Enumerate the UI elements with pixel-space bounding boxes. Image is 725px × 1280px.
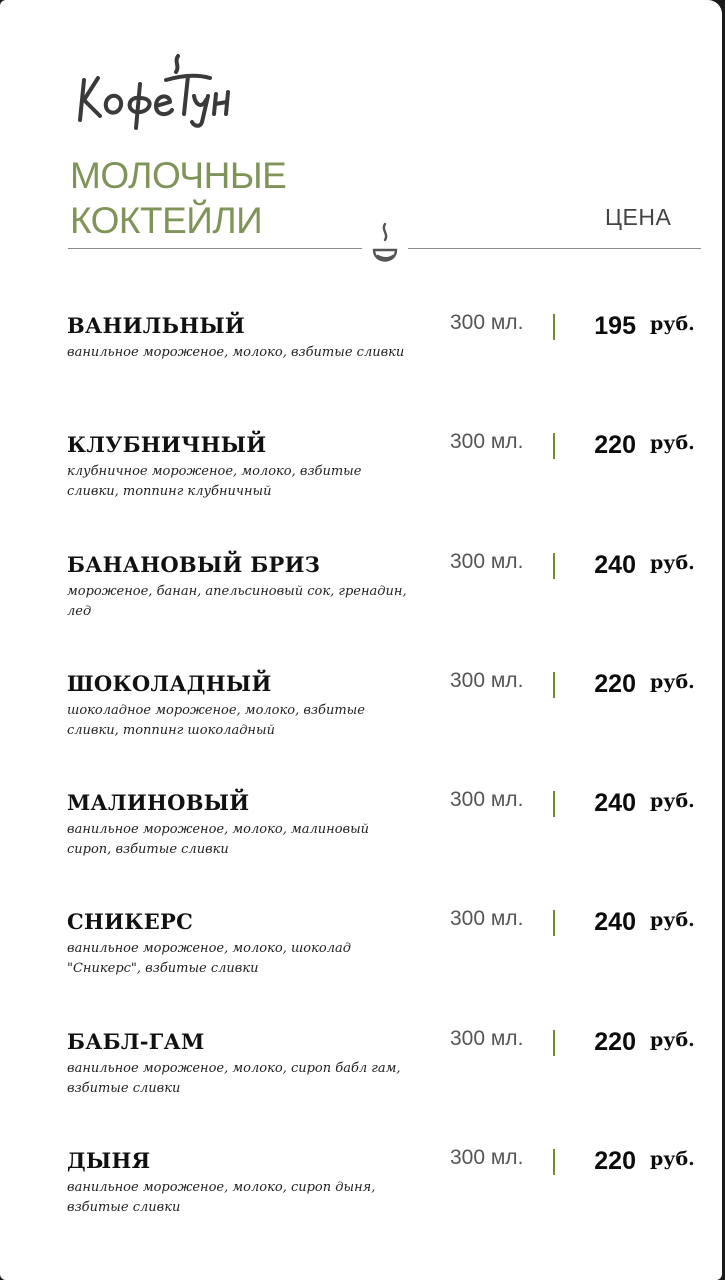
item-currency: руб. xyxy=(650,790,695,812)
item-separator xyxy=(553,433,555,459)
item-price: 240 xyxy=(594,789,636,817)
item-price: 220 xyxy=(594,1147,636,1175)
menu-page: МОЛОЧНЫЕ КОКТЕЙЛИ ЦЕНА ВАНИЛЬНЫЙ ванильн… xyxy=(0,0,722,1280)
item-volume: 300 мл. xyxy=(450,907,524,930)
item-description: ванильное мороженое, молоко, сироп дыня,… xyxy=(67,1180,376,1215)
item-currency: руб. xyxy=(650,432,695,454)
menu-item: КЛУБНИЧНЫЙ клубничное мороженое, молоко,… xyxy=(0,430,722,532)
item-name: БАБЛ-ГАМ xyxy=(67,1029,205,1054)
item-description: мороженое, банан, апельсиновый сок, грен… xyxy=(67,584,407,619)
item-description: клубничное мороженое, молоко, взбитые сл… xyxy=(67,464,362,499)
item-separator xyxy=(553,1030,555,1056)
item-price: 220 xyxy=(594,1028,636,1056)
item-name: МАЛИНОВЫЙ xyxy=(67,790,250,815)
item-volume: 300 мл. xyxy=(450,550,524,573)
item-description: ванильное мороженое, молоко, шоколад "Сн… xyxy=(67,941,351,976)
item-volume: 300 мл. xyxy=(450,788,524,811)
item-price: 240 xyxy=(594,908,636,936)
item-price: 240 xyxy=(594,551,636,579)
menu-items: ВАНИЛЬНЫЙ ванильное мороженое, молоко, в… xyxy=(0,0,722,1280)
item-currency: руб. xyxy=(650,552,695,574)
menu-item: МАЛИНОВЫЙ ванильное мороженое, молоко, м… xyxy=(0,788,722,890)
item-name: СНИКЕРС xyxy=(67,909,194,934)
item-name: КЛУБНИЧНЫЙ xyxy=(67,432,267,457)
item-name: ВАНИЛЬНЫЙ xyxy=(67,313,246,338)
item-separator xyxy=(553,1149,555,1175)
item-description: ванильное мороженое, молоко, сироп бабл … xyxy=(67,1061,401,1096)
item-description: ванильное мороженое, молоко, взбитые сли… xyxy=(67,345,405,360)
item-price: 220 xyxy=(594,670,636,698)
item-currency: руб. xyxy=(650,909,695,931)
menu-item: БАНАНОВЫЙ БРИЗ мороженое, банан, апельси… xyxy=(0,550,722,652)
item-currency: руб. xyxy=(650,671,695,693)
item-volume: 300 мл. xyxy=(450,311,524,334)
item-separator xyxy=(553,314,555,340)
item-separator xyxy=(553,672,555,698)
item-volume: 300 мл. xyxy=(450,1027,524,1050)
item-description: шоколадное мороженое, молоко, взбитые сл… xyxy=(67,703,365,738)
menu-item: БАБЛ-ГАМ ванильное мороженое, молоко, си… xyxy=(0,1027,722,1129)
item-name: ШОКОЛАДНЫЙ xyxy=(67,671,272,696)
item-name: БАНАНОВЫЙ БРИЗ xyxy=(67,552,321,577)
menu-item: ШОКОЛАДНЫЙ шоколадное мороженое, молоко,… xyxy=(0,669,722,771)
item-separator xyxy=(553,553,555,579)
item-currency: руб. xyxy=(650,1029,695,1051)
item-description: ванильное мороженое, молоко, малиновый с… xyxy=(67,822,370,857)
menu-item: ДЫНЯ ванильное мороженое, молоко, сироп … xyxy=(0,1146,722,1248)
item-currency: руб. xyxy=(650,1148,695,1170)
item-separator xyxy=(553,910,555,936)
item-volume: 300 мл. xyxy=(450,430,524,453)
item-price: 220 xyxy=(594,431,636,459)
menu-item: СНИКЕРС ванильное мороженое, молоко, шок… xyxy=(0,907,722,1009)
item-volume: 300 мл. xyxy=(450,1146,524,1169)
item-name: ДЫНЯ xyxy=(67,1148,151,1173)
menu-item: ВАНИЛЬНЫЙ ванильное мороженое, молоко, в… xyxy=(0,311,722,413)
item-price: 195 xyxy=(594,312,636,340)
item-separator xyxy=(553,791,555,817)
item-currency: руб. xyxy=(650,313,695,335)
item-volume: 300 мл. xyxy=(450,669,524,692)
